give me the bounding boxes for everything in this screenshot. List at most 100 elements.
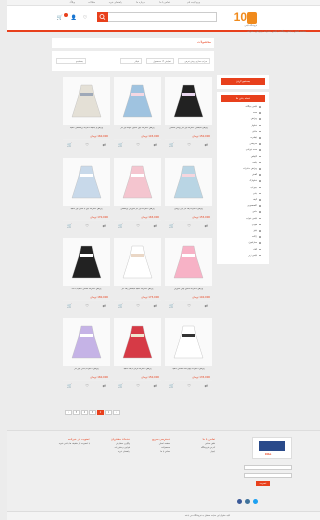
product-card[interactable]: پیراهن دخترانه قرمز با یقه سفید 150,000 ت… (114, 318, 161, 395)
sidebar-category-item[interactable]: کفش (252, 173, 257, 176)
compare-icon[interactable]: ⇄ (205, 303, 208, 308)
add-to-cart-icon[interactable]: 🛒 (169, 142, 174, 147)
add-to-cart-icon[interactable]: 🛒 (118, 142, 123, 147)
user-icon[interactable]: 👤 (71, 15, 77, 21)
cart-icon[interactable]: 🛒 (57, 15, 63, 21)
subscribe-button[interactable]: عضویت (256, 481, 270, 486)
product-card[interactable]: پیراهن دخترانه چهارخانه مشکی سفید 135,000… (165, 318, 212, 395)
sidebar-category-item[interactable]: سارافون (249, 241, 257, 244)
site-logo[interactable]: 10 فروشگاه لباس (231, 10, 257, 29)
wishlist-icon[interactable]: ♡ (136, 303, 140, 308)
product-image[interactable] (114, 318, 161, 366)
sidebar-category-item[interactable]: جوراب (250, 186, 257, 189)
sort-select[interactable]: مرتب سازی پیش فرض (178, 58, 210, 64)
wishlist-icon[interactable]: ♡ (187, 142, 191, 147)
top-link[interactable]: مقالات (88, 1, 95, 4)
product-image[interactable] (63, 238, 110, 286)
wishlist-icon[interactable]: ♡ (85, 142, 89, 147)
footer-link[interactable]: پیگیری سفارش (116, 442, 130, 445)
wishlist-icon[interactable]: ♡ (187, 303, 191, 308)
product-name[interactable]: پیراهن دخترانه یاسی تور دار (63, 368, 110, 374)
wishlist-icon[interactable]: ♡ (85, 303, 89, 308)
compare-icon[interactable]: ⇄ (103, 303, 106, 308)
pagination-page[interactable]: 4 (81, 410, 88, 415)
product-card[interactable]: پیراهن مجلسی دخترانه تور دار پولکی مشکی 1… (165, 77, 212, 154)
product-image[interactable] (114, 77, 161, 125)
sidebar-category-item[interactable]: شلوار (251, 124, 257, 127)
sidebar-category-item[interactable]: تیشرت (250, 136, 257, 139)
pagination-page[interactable]: 3 (89, 410, 96, 415)
filter-select[interactable]: فیلتر (120, 58, 142, 64)
top-link[interactable]: ورود/ثبت نام (187, 1, 200, 4)
product-image[interactable] (165, 158, 212, 206)
footer-link[interactable]: ایمیل (210, 450, 215, 453)
product-name[interactable]: پیراهن دخترانه مشکی سفید با کت (63, 288, 110, 294)
product-card[interactable]: پیراهن دخترانه یاسی تور دار 160,000 تومان… (63, 318, 110, 395)
footer-link[interactable]: آدرس فروشگاه (201, 446, 215, 449)
product-card[interactable]: پیراهن و جلیقه دخترانه پرنسسی سفید 160,00… (63, 77, 110, 154)
heart-icon[interactable]: ♡ (82, 15, 88, 21)
sidebar-category-item[interactable]: کاپشن (251, 155, 257, 158)
footer-link[interactable]: تماس با ما (160, 450, 170, 453)
compare-icon[interactable]: ⇄ (103, 142, 106, 147)
compare-icon[interactable]: ⇄ (205, 142, 208, 147)
compare-icon[interactable]: ⇄ (154, 142, 157, 147)
sidebar-category-item[interactable]: پیراهن (251, 117, 257, 120)
footer-link[interactable]: محصولات (161, 446, 170, 449)
sidebar-category-item[interactable]: لباس بچگانه (245, 105, 257, 108)
product-name[interactable]: پیراهن دخترانه جین آستین کوتاه تور دار (114, 127, 161, 133)
product-name[interactable]: پیراهن دخترانه تور دار صورتی پرنسسی (114, 208, 161, 214)
sidebar-search-button[interactable]: جستجو کردن (221, 78, 265, 85)
top-link[interactable]: وبلاگ (70, 1, 75, 4)
product-image[interactable] (165, 318, 212, 366)
pagination-page[interactable]: 2 (97, 410, 104, 415)
sidebar-category-item[interactable]: سرهمی (249, 142, 257, 145)
product-image[interactable] (114, 238, 161, 286)
wishlist-icon[interactable]: ♡ (187, 223, 191, 228)
sidebar-category-item[interactable]: شلوارک (249, 179, 257, 182)
wishlist-icon[interactable]: ♡ (136, 223, 140, 228)
instagram-icon[interactable] (245, 499, 250, 504)
pagination-next[interactable]: › (65, 410, 72, 415)
sidebar-category-item[interactable]: پیراهن دخترانه (243, 167, 257, 170)
product-card[interactable]: پیراهن دخترانه تور دار صورتی پرنسسی 165,0… (114, 158, 161, 235)
footer-link[interactable]: قوانین و مقررات (115, 446, 130, 449)
sidebar-category-item[interactable]: ست نوزادی (246, 148, 257, 151)
sidebar-category-item[interactable]: مانتو (253, 130, 257, 133)
product-card[interactable]: پیراهن دخترانه پف دار آبی روشن 155,000 تو… (165, 158, 212, 235)
top-link[interactable]: تماس با ما (159, 1, 170, 4)
sidebar-category-item[interactable]: بلوز (253, 229, 257, 232)
product-card[interactable]: پیراهن دخترانه جین با دامن تور سفید 170,0… (63, 158, 110, 235)
product-card[interactable]: پیراهن دخترانه سفید مجلسی پف دار 175,000 … (114, 238, 161, 315)
pagination-prev[interactable]: ‹ (113, 410, 120, 415)
twitter-icon[interactable] (253, 499, 258, 504)
add-to-cart-icon[interactable]: 🛒 (118, 303, 123, 308)
add-to-cart-icon[interactable]: 🛒 (67, 383, 72, 388)
footer-link[interactable]: تلفن تماس (205, 442, 215, 445)
product-image[interactable] (165, 77, 212, 125)
sidebar-category-item[interactable]: ست (253, 111, 257, 114)
compare-icon[interactable]: ⇄ (154, 223, 157, 228)
sidebar-category-item[interactable]: لباس خواب (246, 217, 257, 220)
product-image[interactable] (114, 158, 161, 206)
sidebar-category-item[interactable]: دامن (252, 210, 257, 213)
sidebar-category-item[interactable]: بافت (252, 161, 257, 164)
top-link[interactable]: راهنمای خرید (109, 1, 122, 4)
product-name[interactable]: پیراهن دخترانه سفید مجلسی پف دار (114, 288, 161, 294)
newsletter-name-input[interactable] (244, 465, 292, 470)
wishlist-icon[interactable]: ♡ (85, 383, 89, 388)
add-to-cart-icon[interactable]: 🛒 (169, 383, 174, 388)
add-to-cart-icon[interactable]: 🛒 (118, 383, 123, 388)
sidebar-category-item[interactable]: هودی (252, 223, 257, 226)
add-to-cart-icon[interactable]: 🛒 (118, 223, 123, 228)
sidebar-category-item[interactable]: کیف (253, 198, 257, 201)
facebook-icon[interactable] (237, 499, 242, 504)
sidebar-category-item[interactable]: اکسسوری (247, 204, 257, 207)
product-name[interactable]: پیراهن و جلیقه دخترانه پرنسسی سفید (63, 127, 110, 133)
top-link[interactable]: درباره ما (136, 1, 145, 4)
add-to-cart-icon[interactable]: 🛒 (67, 142, 72, 147)
compare-icon[interactable]: ⇄ (205, 383, 208, 388)
product-card[interactable]: پیراهن دخترانه مشکی سفید با کت 180,000 تو… (63, 238, 110, 315)
product-name[interactable]: پیراهن دخترانه چهارخانه مشکی سفید (165, 368, 212, 374)
product-image[interactable] (63, 318, 110, 366)
